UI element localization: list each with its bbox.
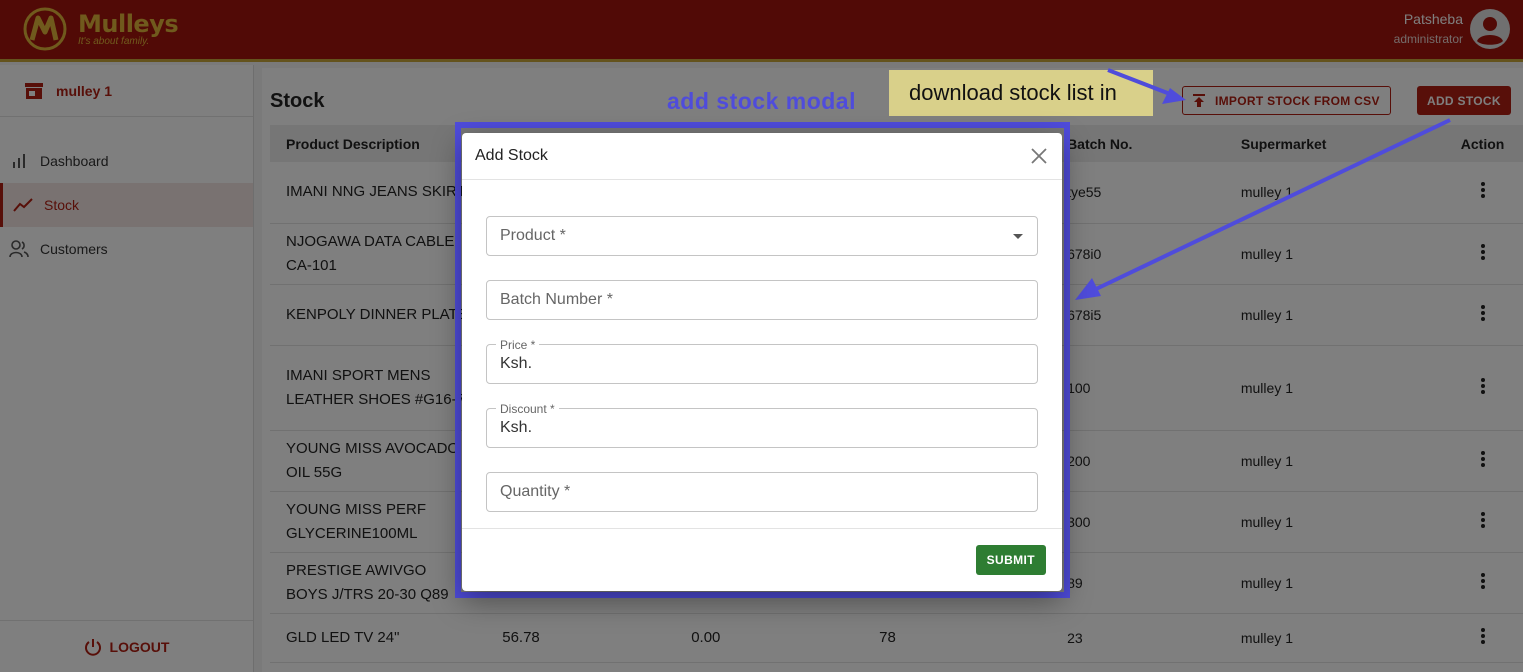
batch-number-placeholder: Batch Number * (500, 291, 613, 308)
close-icon[interactable] (1030, 147, 1048, 165)
modal-title: Add Stock (475, 147, 548, 164)
modal-header: Add Stock (462, 133, 1062, 180)
discount-value: Ksh. (500, 419, 533, 436)
price-value: Ksh. (500, 355, 533, 372)
arrowhead-icon (1075, 278, 1101, 300)
quantity-placeholder: Quantity * (500, 483, 571, 500)
product-placeholder: Product * (500, 227, 566, 244)
price-label: Price * (496, 338, 540, 352)
batch-number-input[interactable]: Batch Number * (486, 280, 1038, 320)
discount-input[interactable]: Discount * Ksh. (486, 402, 1038, 448)
modal-footer: SUBMIT (462, 528, 1062, 591)
quantity-input[interactable]: Quantity * (486, 472, 1038, 512)
annotation-arrow (1107, 68, 1171, 96)
product-select[interactable]: Product * (486, 216, 1038, 256)
chevron-down-icon (1013, 234, 1023, 239)
discount-label: Discount * (496, 402, 559, 416)
submit-button[interactable]: SUBMIT (975, 545, 1046, 575)
annotation-arrow (1093, 118, 1451, 292)
add-stock-modal: Add Stock Product * Batch Number * Price… (462, 133, 1062, 591)
price-input[interactable]: Price * Ksh. (486, 338, 1038, 384)
